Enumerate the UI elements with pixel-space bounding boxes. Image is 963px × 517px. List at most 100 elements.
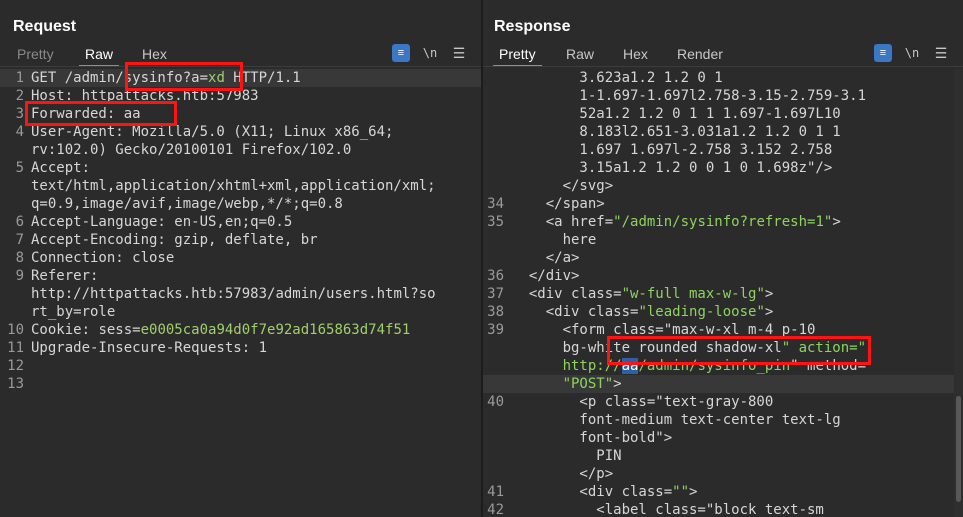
- code-line: 3 Forwarded: aa: [0, 105, 481, 123]
- line-number: 35: [487, 214, 504, 230]
- response-title: Response: [494, 18, 571, 35]
- code-line: http://aa/admin/sysinfo_pin" method=: [483, 357, 963, 375]
- line-text: </p>: [512, 466, 614, 482]
- line-number: 38: [487, 304, 504, 320]
- tab-pretty[interactable]: Pretty: [493, 45, 542, 67]
- code-line: 5 Accept:: [0, 159, 481, 177]
- scrollbar-thumb[interactable]: [956, 396, 961, 502]
- code-line: 41 <div class="">: [483, 483, 963, 501]
- code-line: 40 <p class="text-gray-800: [483, 393, 963, 411]
- code-line: 1.697 1.697l-2.758 3.152 2.758: [483, 141, 963, 159]
- code-line: 36 </div>: [483, 267, 963, 285]
- code-line: http://httpattacks.htb:57983/admin/users…: [0, 285, 481, 303]
- hamburger-menu-icon[interactable]: ☰: [932, 44, 950, 62]
- code-line: 34 </span>: [483, 195, 963, 213]
- code-line: 42 <label class="block text-sm: [483, 501, 963, 517]
- response-editor[interactable]: 3.623a1.2 1.2 0 1 1-1.697-1.697l2.758-3.…: [483, 69, 963, 517]
- tab-hex[interactable]: Hex: [142, 45, 167, 67]
- request-editor[interactable]: 1 GET /admin/sysinfo?a=xd HTTP/1.1 2 Host: …: [0, 69, 481, 393]
- line-text: bg-white rounded shadow-xl" action=": [512, 340, 867, 356]
- code-line: 35 <a href="/admin/sysinfo?refresh=1">: [483, 213, 963, 231]
- request-title: Request: [13, 18, 77, 35]
- tab-raw[interactable]: Raw: [566, 45, 594, 67]
- line-text: Referer:: [31, 268, 99, 284]
- line-number: 41: [487, 484, 504, 500]
- line-text: Accept-Encoding: gzip, deflate, br: [31, 232, 318, 248]
- line-number: 10: [7, 322, 24, 338]
- hamburger-menu-icon[interactable]: ☰: [450, 44, 468, 62]
- line-text: <p class="text-gray-800: [512, 394, 774, 410]
- code-line: 38 <div class="leading-loose">: [483, 303, 963, 321]
- line-number: 13: [7, 376, 24, 392]
- line-number: 34: [487, 196, 504, 212]
- code-line: 3.623a1.2 1.2 0 1: [483, 69, 963, 87]
- tab-render[interactable]: Render: [677, 45, 723, 67]
- line-text: <form class="max-w-xl m-4 p-10: [512, 322, 816, 338]
- tab-hex[interactable]: Hex: [623, 45, 648, 67]
- code-line: font-bold">: [483, 429, 963, 447]
- code-line: 8 Connection: close: [0, 249, 481, 267]
- code-line: 3.15a1.2 1.2 0 0 1 0 1.698z"/>: [483, 159, 963, 177]
- code-line: </svg>: [483, 177, 963, 195]
- line-text: Upgrade-Insecure-Requests: 1: [31, 340, 268, 356]
- line-number: 2: [15, 88, 24, 104]
- line-text: PIN: [512, 448, 622, 464]
- line-number: 5: [15, 160, 24, 176]
- line-text: <div class="leading-loose">: [512, 304, 774, 320]
- code-line: font-medium text-center text-lg: [483, 411, 963, 429]
- code-line: 37 <div class="w-full max-w-lg">: [483, 285, 963, 303]
- line-text: Accept:: [31, 160, 91, 176]
- line-text: 3.15a1.2 1.2 0 0 1 0 1.698z"/>: [512, 160, 833, 176]
- tab-pretty[interactable]: Pretty: [17, 45, 54, 67]
- code-line: here: [483, 231, 963, 249]
- line-text: http://aa/admin/sysinfo_pin" method=: [562, 358, 867, 374]
- line-text: Host: httpattacks.htb:57983: [31, 88, 259, 104]
- request-panel: Request Pretty Raw Hex ≡ \n ☰ 1 GET /admi…: [0, 0, 481, 517]
- response-panel: Response Pretty Raw Hex Render ≡ \n ☰ 3.…: [483, 0, 963, 517]
- code-line: rt_by=role: [0, 303, 481, 321]
- line-number: 39: [487, 322, 504, 338]
- response-scrollbar[interactable]: [954, 69, 963, 517]
- line-text: font-bold">: [512, 430, 673, 446]
- tab-raw[interactable]: Raw: [78, 45, 120, 67]
- line-number: 37: [487, 286, 504, 302]
- line-text: </div>: [512, 268, 580, 284]
- line-text: text/html,application/xhtml+xml,applicat…: [31, 178, 436, 194]
- code-line: 13: [0, 375, 481, 393]
- line-text: Forwarded: aa: [31, 106, 141, 122]
- code-line: 7 Accept-Encoding: gzip, deflate, br: [0, 231, 481, 249]
- code-line: q=0.9,image/avif,image/webp,*/*;q=0.8: [0, 195, 481, 213]
- newline-toggle-icon[interactable]: \n: [421, 44, 439, 62]
- code-line: 10 Cookie: sess=e0005ca0a94d0f7e92ad16586…: [0, 321, 481, 339]
- line-text: </span>: [512, 196, 605, 212]
- line-number: 4: [15, 124, 24, 140]
- line-text: </a>: [512, 250, 580, 266]
- line-text: Connection: close: [31, 250, 175, 266]
- line-number: 9: [15, 268, 24, 284]
- wrap-lines-icon[interactable]: ≡: [392, 44, 410, 62]
- code-line: </p>: [483, 465, 963, 483]
- wrap-lines-icon[interactable]: ≡: [874, 44, 892, 62]
- line-number: 12: [7, 358, 24, 374]
- code-line: </a>: [483, 249, 963, 267]
- line-number: 36: [487, 268, 504, 284]
- code-line: 11 Upgrade-Insecure-Requests: 1: [0, 339, 481, 357]
- line-text: rv:102.0) Gecko/20100101 Firefox/102.0: [31, 142, 352, 158]
- code-line: 9 Referer:: [0, 267, 481, 285]
- code-line: 6 Accept-Language: en-US,en;q=0.5: [0, 213, 481, 231]
- line-number: 8: [15, 250, 24, 266]
- code-line: 2 Host: httpattacks.htb:57983: [0, 87, 481, 105]
- line-text: 1-1.697-1.697l2.758-3.15-2.759-3.1: [512, 88, 867, 104]
- code-line: rv:102.0) Gecko/20100101 Firefox/102.0: [0, 141, 481, 159]
- line-text: rt_by=role: [31, 304, 116, 320]
- line-text: http://httpattacks.htb:57983/admin/users…: [31, 286, 436, 302]
- line-text: 8.183l2.651-3.031a1.2 1.2 0 1 1: [512, 124, 841, 140]
- line-text: <label class="block text-sm: [512, 502, 824, 517]
- line-number: 1: [15, 70, 24, 86]
- line-number: 40: [487, 394, 504, 410]
- code-line: 8.183l2.651-3.031a1.2 1.2 0 1 1: [483, 123, 963, 141]
- line-number: 7: [15, 232, 24, 248]
- line-text: </svg>: [512, 178, 614, 194]
- code-line: PIN: [483, 447, 963, 465]
- newline-toggle-icon[interactable]: \n: [903, 44, 921, 62]
